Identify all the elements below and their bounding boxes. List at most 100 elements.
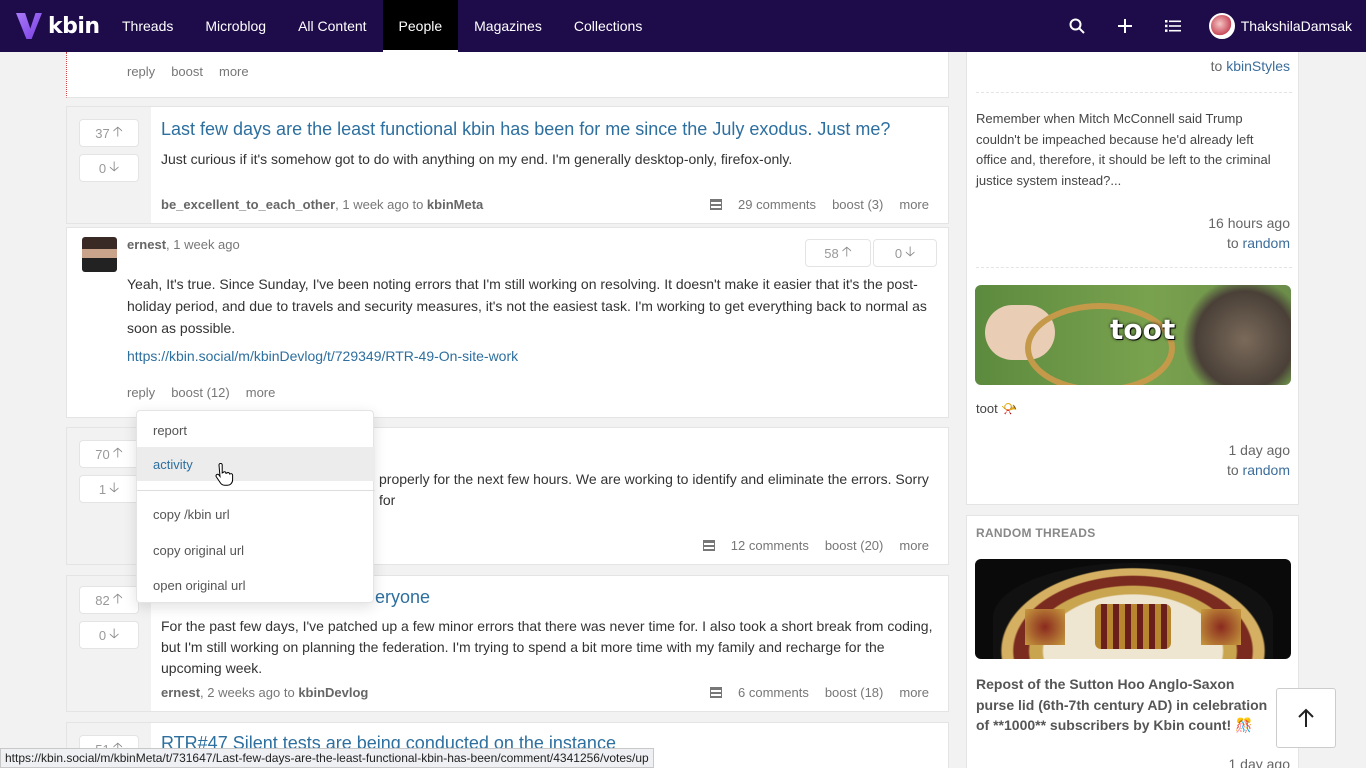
toot-caption: toot [1110,313,1176,346]
search-icon [1069,18,1085,34]
list-icon [1164,20,1181,32]
downvote-button[interactable]: 1 🡣 [79,475,139,503]
arrow-up-icon [1298,708,1314,727]
magazine-link[interactable]: random [1243,235,1290,251]
menu-item-copy-kbin-url[interactable]: copy /kbin url [137,497,375,531]
thread-body: Just curious if it's somehow got to do w… [161,151,793,167]
downvote-count: 0 [894,245,903,261]
arrow-up-icon: 🡡 [841,243,852,259]
hand-cursor-icon [215,463,234,486]
boost-link[interactable]: boost [171,64,203,79]
upvote-button[interactable]: 37 🡡 [79,119,139,147]
post-excerpt[interactable]: Remember when Mitch McConnell said Trump… [976,109,1286,191]
thread-image[interactable] [975,559,1291,659]
upvote-button[interactable]: 58 🡡 [805,239,871,267]
preview-icon[interactable] [710,687,723,698]
upvote-count: 70 [95,446,110,462]
post-time: 1 day ago [1228,442,1291,458]
more-link[interactable]: more [899,538,929,553]
thread-magazine[interactable]: kbinDevlog [298,685,368,700]
user-name: ThakshilaDamsak [1240,18,1352,34]
magazine-link[interactable]: random [1243,462,1290,478]
nav-threads[interactable]: Threads [106,0,189,52]
upvote-button[interactable]: 70 🡡 [79,440,139,468]
comments-link[interactable]: 29 comments [738,197,816,212]
nav-magazines[interactable]: Magazines [458,0,558,52]
arrow-up-icon: 🡡 [112,590,123,606]
arrow-down-icon: 🡣 [109,625,120,641]
boost-link[interactable]: boost (12) [171,385,230,400]
thread-title[interactable]: Last few days are the least functional k… [161,119,890,140]
boost-link[interactable]: boost (3) [832,197,883,212]
browser-status-url: https://kbin.social/m/kbinMeta/t/731647/… [0,748,654,768]
post-text: toot 📯 [976,401,1018,416]
search-button[interactable] [1053,0,1101,52]
downvote-button[interactable]: 0 🡣 [79,154,139,182]
downvote-count: 0 [98,160,107,176]
thread-body: For the past few days, I've patched up a… [161,618,933,676]
downvote-count: 1 [98,481,107,497]
upvote-count: 37 [95,125,110,141]
nav-people[interactable]: People [382,0,459,52]
menu-item-copy-original-url[interactable]: copy original url [137,533,375,567]
nav-microblog[interactable]: Microblog [189,0,282,52]
menu-item-open-original-url[interactable]: open original url [137,568,375,602]
menu-item-report[interactable]: report [137,413,375,447]
menu-item-activity[interactable]: activity [137,447,375,481]
more-dropdown-menu: report activity copy /kbin url copy orig… [136,410,375,603]
downvote-button[interactable]: 0 🡣 [79,621,139,649]
nav-collections[interactable]: Collections [558,0,658,52]
user-menu[interactable]: ThakshilaDamsak [1197,13,1366,39]
upvote-count: 82 [95,592,110,608]
boost-link[interactable]: boost (20) [825,538,884,553]
kbin-logo-icon [16,13,42,39]
arrow-down-icon: 🡣 [905,243,916,259]
comment-author[interactable]: ernest [127,237,166,252]
arrow-down-icon: 🡣 [109,158,120,174]
comment-card-partial: reply boost more [66,52,949,98]
plus-icon [1117,19,1132,33]
more-link[interactable]: more [219,64,249,79]
scroll-to-top-button[interactable] [1276,688,1336,748]
comments-link[interactable]: 6 comments [738,685,809,700]
kbin-logo[interactable]: kbin [16,13,106,39]
boost-link[interactable]: boost (18) [825,685,884,700]
magazine-link[interactable]: kbinStyles [1226,58,1290,74]
post-time: 16 hours ago [1208,215,1290,231]
downvote-button[interactable]: 0 🡣 [873,239,937,267]
upvote-button[interactable]: 82 🡡 [79,586,139,614]
list-button[interactable] [1149,0,1197,52]
arrow-down-icon: 🡣 [109,479,120,495]
user-avatar [1208,13,1235,39]
comments-link[interactable]: 12 comments [731,538,809,553]
main-nav: Threads Microblog All Content People Mag… [106,0,658,52]
menu-divider [137,490,375,491]
thread-author[interactable]: be_excellent_to_each_other [161,197,335,212]
more-link[interactable]: more [246,385,276,400]
thread-author[interactable]: ernest [161,685,200,700]
add-button[interactable] [1101,0,1149,52]
more-link[interactable]: more [899,685,929,700]
thread-body: properly for the next few hours. We are … [379,471,929,508]
arrow-up-icon: 🡡 [112,444,123,460]
commenter-avatar[interactable] [82,237,117,272]
comment-link[interactable]: https://kbin.social/m/kbinDevlog/t/72934… [127,346,518,367]
thread-title[interactable]: eryone [375,587,430,608]
top-navbar: kbin Threads Microblog All Content Peopl… [0,0,1366,52]
random-thread-title[interactable]: Repost of the Sutton Hoo Anglo-Saxon pur… [976,674,1276,736]
comment-card: ernest, 1 week ago 58 🡡 0 🡣 Yeah, It's tru… [66,227,949,418]
section-heading: RANDOM THREADS [976,526,1096,540]
upvote-count: 58 [824,245,839,261]
sidebar-microblog-panel: to kbinStyles Remember when Mitch McConn… [966,52,1299,505]
thread-card: 37 🡡 0 🡣 Last few days are the least funct… [66,106,949,224]
arrow-up-icon: 🡡 [112,123,123,139]
reply-link[interactable]: reply [127,385,155,400]
downvote-count: 0 [98,627,107,643]
post-image[interactable]: toot [975,285,1291,385]
preview-icon[interactable] [710,199,723,210]
more-link[interactable]: more [899,197,929,212]
preview-icon[interactable] [702,540,715,551]
reply-link[interactable]: reply [127,64,155,79]
nav-all-content[interactable]: All Content [282,0,382,52]
thread-magazine[interactable]: kbinMeta [427,197,483,212]
